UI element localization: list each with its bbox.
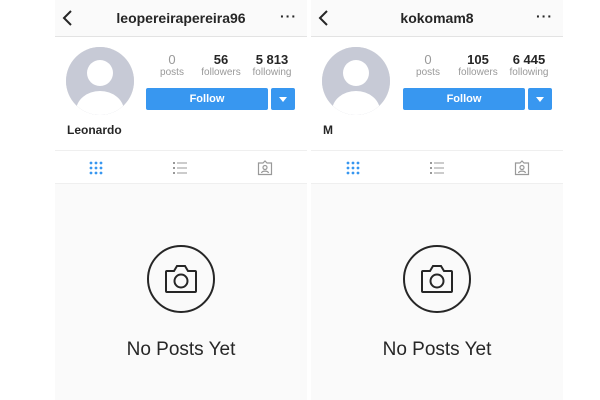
full-name: M [323,123,333,137]
posts-label: posts [160,67,184,78]
posts-stat: 0 posts [159,53,185,79]
panel-divider [308,0,310,400]
empty-posts-area: No Posts Yet [311,184,563,400]
followers-count: 56 [213,52,229,67]
tagged-photos-icon[interactable] [257,160,273,176]
more-options-icon[interactable]: ··· [536,8,553,24]
followers-count: 105 [467,52,489,67]
camera-icon [421,265,453,293]
avatar[interactable] [66,47,134,115]
default-avatar-icon [66,47,134,115]
profile-tabs [55,150,307,184]
default-avatar-icon [322,47,390,115]
followers-label: followers [201,67,241,78]
follow-button[interactable]: Follow [403,88,525,110]
camera-circle [147,245,215,313]
following-stat[interactable]: 6 445 following [503,53,555,79]
profile-tabs [311,150,563,184]
camera-icon [165,265,197,293]
following-stat[interactable]: 5 813 following [246,53,298,79]
following-count: 6 445 [512,52,546,67]
more-options-icon[interactable]: ··· [280,8,297,24]
followers-stat[interactable]: 105 followers [455,53,501,79]
no-posts-message: No Posts Yet [126,339,236,360]
list-icon[interactable] [172,160,188,176]
top-bar: leopereirapereira96 ··· [55,0,307,37]
following-label: following [509,67,549,78]
posts-stat: 0 posts [415,53,441,79]
top-bar: kokomam8 ··· [311,0,563,37]
profile-header: 0 posts 105 followers 6 445 following Fo… [311,37,563,150]
no-posts-message: No Posts Yet [382,339,492,360]
caret-down-icon [536,97,544,102]
follow-button[interactable]: Follow [146,88,268,110]
profile-panel-1: leopereirapereira96 ··· 0 posts 56 follo… [55,0,307,400]
grid-icon[interactable] [345,160,361,176]
list-icon[interactable] [429,160,445,176]
suggestions-dropdown-button[interactable] [271,88,295,110]
suggestions-dropdown-button[interactable] [528,88,552,110]
followers-label: followers [458,67,498,78]
posts-count: 0 [168,52,176,67]
followers-stat[interactable]: 56 followers [197,53,245,79]
avatar[interactable] [322,47,390,115]
username-title: kokomam8 [400,10,474,26]
grid-icon[interactable] [88,160,104,176]
camera-circle [403,245,471,313]
full-name: Leonardo [67,123,122,137]
posts-label: posts [416,67,440,78]
posts-count: 0 [424,52,432,67]
username-title: leopereirapereira96 [116,10,246,26]
following-count: 5 813 [255,52,289,67]
tagged-photos-icon[interactable] [514,160,530,176]
following-label: following [252,67,292,78]
profile-header: 0 posts 56 followers 5 813 following Fol… [55,37,307,150]
profile-panel-2: kokomam8 ··· 0 posts 105 followers 6 445… [311,0,563,400]
caret-down-icon [279,97,287,102]
empty-posts-area: No Posts Yet [55,184,307,400]
